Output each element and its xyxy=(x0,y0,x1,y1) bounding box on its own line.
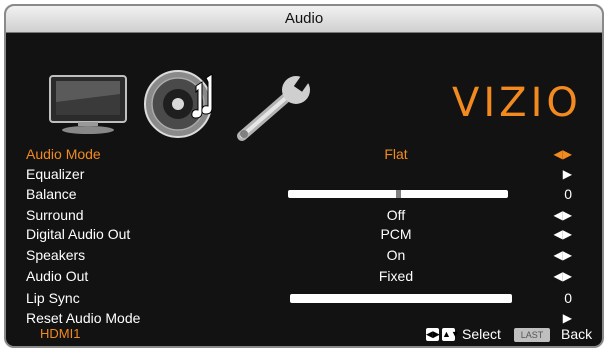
menu-item-label: Lip Sync xyxy=(26,290,80,306)
osd-panel: Audio VIZIO Audio Mode Flat ◀▶ Equalizer… xyxy=(4,4,604,348)
menu-item-label: Equalizer xyxy=(26,166,85,182)
category-icons: VIZIO xyxy=(6,32,602,142)
menu-item-label: Balance xyxy=(26,186,77,202)
menu-item-label: Audio Out xyxy=(26,268,89,284)
left-right-arrows-icon[interactable]: ◀▶ xyxy=(554,266,572,286)
menu-item-label: Surround xyxy=(26,207,84,223)
vizio-logo: VIZIO xyxy=(452,80,582,126)
back-hint: Back xyxy=(561,326,593,342)
window-title: Audio xyxy=(6,6,602,33)
menu-item-value: On xyxy=(386,247,406,263)
left-right-key-icon: ◀▶ xyxy=(426,328,440,341)
balance-slider[interactable] xyxy=(288,190,508,198)
speaker-icon[interactable] xyxy=(142,68,222,140)
menu-item-label: Speakers xyxy=(26,247,86,263)
last-key-icon: LAST xyxy=(514,328,550,342)
menu-item-speakers[interactable]: Speakers On ◀▶ xyxy=(6,245,602,265)
menu-item-digital-audio-out[interactable]: Digital Audio Out PCM ◀▶ xyxy=(6,224,602,244)
menu-item-value: 0 xyxy=(564,290,572,306)
tv-icon[interactable] xyxy=(48,74,128,136)
left-right-arrows-icon[interactable]: ◀▶ xyxy=(554,144,572,164)
menu-item-audio-mode[interactable]: Audio Mode Flat ◀▶ xyxy=(6,144,602,164)
menu-item-lip-sync[interactable]: Lip Sync 0 xyxy=(6,288,602,308)
menu-item-equalizer[interactable]: Equalizer ▶ xyxy=(6,164,602,184)
menu-item-value: 0 xyxy=(564,186,572,202)
menu-item-balance[interactable]: Balance 0 xyxy=(6,184,602,204)
menu-item-label: Digital Audio Out xyxy=(26,226,131,242)
wrench-icon[interactable] xyxy=(232,74,322,144)
menu-item-label: Audio Mode xyxy=(26,146,101,162)
slider-thumb[interactable] xyxy=(395,190,401,198)
right-arrow-icon[interactable]: ▶ xyxy=(563,164,572,184)
menu-item-value: PCM xyxy=(380,226,412,242)
left-right-arrows-icon[interactable]: ◀▶ xyxy=(554,245,572,265)
menu-item-value: Flat xyxy=(384,146,408,162)
footer-bar: HDMI1 ◀▶ ▲▼ Select LAST Back xyxy=(6,322,602,346)
lip-sync-slider[interactable] xyxy=(290,294,512,303)
left-right-arrows-icon[interactable]: ◀▶ xyxy=(554,205,572,225)
input-source-label: HDMI1 xyxy=(40,326,81,341)
up-down-key-icon: ▲▼ xyxy=(442,328,460,341)
left-right-arrows-icon[interactable]: ◀▶ xyxy=(554,224,572,244)
select-hint: Select xyxy=(462,326,501,342)
menu-item-value: Fixed xyxy=(378,268,414,284)
menu-item-audio-out[interactable]: Audio Out Fixed ◀▶ xyxy=(6,266,602,286)
menu-item-surround[interactable]: Surround Off ◀▶ xyxy=(6,205,602,225)
menu-item-value: Off xyxy=(386,207,406,223)
